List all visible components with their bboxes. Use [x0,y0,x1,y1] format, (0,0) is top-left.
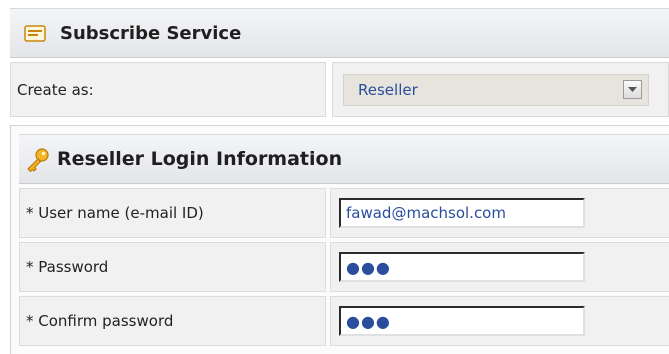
subscribe-service-header: Subscribe Service [10,8,669,58]
confirm-password-input[interactable] [339,306,585,336]
create-as-value-cell: Reseller [332,62,669,117]
username-value-cell [330,188,669,238]
dropdown-arrow-icon[interactable] [623,80,642,99]
password-input[interactable] [339,252,585,282]
create-as-selected: Reseller [358,80,418,99]
confirm-password-row: * Confirm password [19,296,669,346]
password-label: * Password [19,242,326,292]
create-as-select[interactable]: Reseller [343,73,649,106]
username-row: * User name (e-mail ID) [19,188,669,238]
reseller-login-header: Reseller Login Information [19,134,669,184]
section-title: Reseller Login Information [57,148,343,170]
username-label: * User name (e-mail ID) [19,188,326,238]
form-icon [24,24,46,42]
username-input[interactable] [339,198,585,228]
reseller-login-section: Reseller Login Information * User name (… [10,125,669,354]
key-icon [27,148,49,172]
password-row: * Password [19,242,669,292]
page-title: Subscribe Service [60,22,242,44]
create-as-row: Create as: Reseller [10,62,669,117]
confirm-password-value-cell [330,296,669,346]
confirm-password-label: * Confirm password [19,296,326,346]
password-value-cell [330,242,669,292]
create-as-label: Create as: [10,62,326,117]
